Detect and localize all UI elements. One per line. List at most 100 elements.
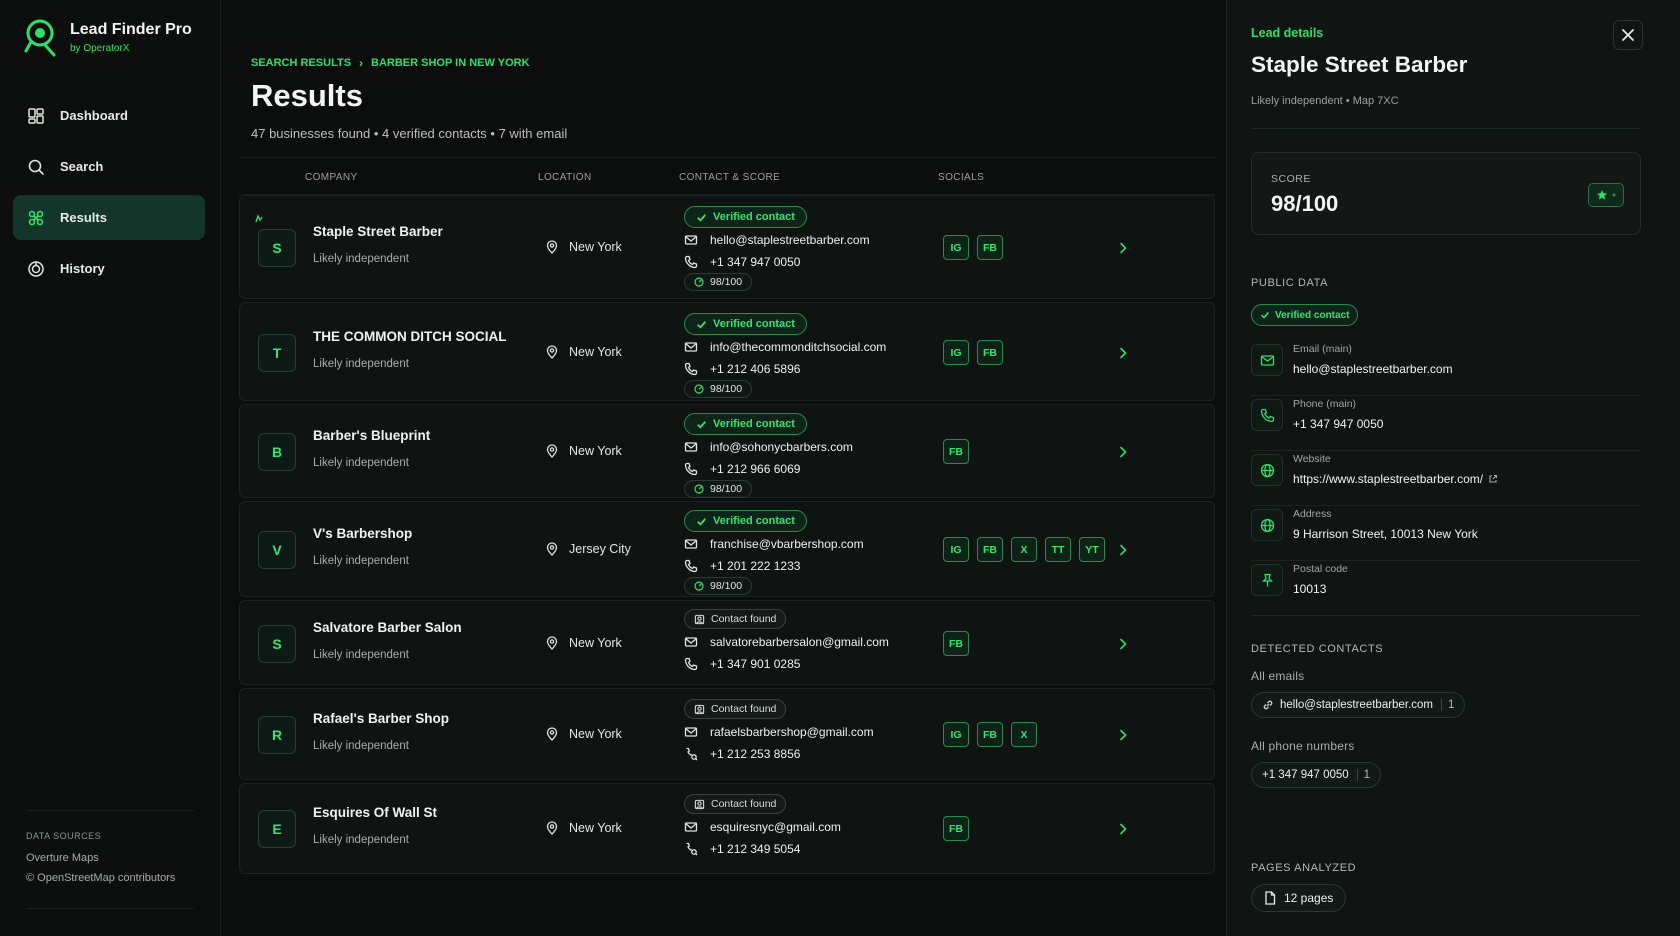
company-name[interactable]: Esquires Of Wall St (313, 805, 437, 820)
chevron-right-icon[interactable] (1116, 822, 1130, 836)
field-value[interactable]: +1 347 947 0050 (1293, 417, 1383, 431)
email-chip[interactable]: hello@staplestreetbarber.com 1 (1251, 692, 1466, 718)
row-phone[interactable]: +1 212 349 5054 (684, 838, 934, 860)
row-email[interactable]: salvatorebarbersalon@gmail.com (684, 631, 934, 653)
breadcrumb-root[interactable]: SEARCH RESULTS (251, 57, 351, 69)
field-value-text: 10013 (1293, 582, 1327, 596)
company-name[interactable]: Rafael's Barber Shop (313, 711, 449, 726)
brand[interactable]: Lead Finder Pro by OperatorX (24, 18, 192, 58)
phone-value: +1 347 947 0050 (710, 255, 801, 269)
table-row[interactable]: S Staple Street Barber Likely independent N… (239, 195, 1215, 299)
score-badge: 98/100 (684, 577, 753, 595)
data-sources: DATA SOURCES Overture Maps © OpenStreetM… (26, 810, 194, 892)
table-row[interactable]: T THE COMMON DITCH SOCIAL Likely independe… (239, 302, 1215, 401)
field-value[interactable]: hello@staplestreetbarber.com (1293, 362, 1453, 376)
sidebar-item-history[interactable]: History (13, 246, 205, 291)
field-value[interactable]: https://www.staplestreetbarber.com/ (1293, 472, 1498, 486)
row-email[interactable]: franchise@vbarbershop.com (684, 533, 934, 555)
table-row[interactable]: R Rafael's Barber Shop Likely independent N… (239, 688, 1215, 780)
row-location: New York (545, 345, 622, 359)
row-phone[interactable]: +1 212 966 6069 (684, 458, 934, 480)
field-value-text: https://www.staplestreetbarber.com/ (1293, 472, 1484, 486)
social-tag-x[interactable]: X (1011, 537, 1037, 562)
sparkle-icon (255, 214, 263, 223)
breadcrumb-separator: › (359, 56, 364, 70)
row-phone[interactable]: +1 347 947 0050 (684, 251, 934, 273)
sidebar-item-dashboard[interactable]: Dashboard (13, 93, 205, 138)
chevron-right-icon[interactable] (1116, 728, 1130, 742)
social-tag-fb[interactable]: FB (977, 340, 1003, 365)
table-row[interactable]: E Esquires Of Wall St Likely independent Ne… (239, 783, 1215, 874)
company-name[interactable]: V's Barbershop (313, 526, 412, 541)
social-tag-ig[interactable]: IG (943, 537, 969, 562)
chevron-right-icon[interactable] (1116, 445, 1130, 459)
row-contact: Verified contact info@thecommonditchsocia… (684, 313, 934, 399)
close-button[interactable] (1613, 20, 1643, 50)
mail-icon (684, 539, 698, 549)
chevron-right-icon[interactable] (1116, 543, 1130, 557)
company-name[interactable]: Salvatore Barber Salon (313, 620, 462, 635)
social-tag-ig[interactable]: IG (943, 722, 969, 747)
email-value: salvatorebarbersalon@gmail.com (710, 634, 889, 649)
field-value[interactable]: 10013 (1293, 582, 1326, 596)
chevron-right-icon[interactable] (1116, 637, 1130, 651)
row-contact: Contact found esquiresnyc@gmail.com +1 212… (684, 794, 934, 860)
location-pin-icon (546, 636, 558, 650)
row-phone[interactable]: +1 212 253 8856 (684, 743, 934, 765)
pages-chip[interactable]: 12 pages (1251, 884, 1347, 912)
all-emails-title: All emails (1251, 669, 1305, 683)
avatar: E (258, 810, 296, 848)
social-tag-fb[interactable]: FB (943, 816, 969, 841)
table-row[interactable]: V V's Barbershop Likely independent Jersey … (239, 501, 1215, 597)
row-email[interactable]: info@thecommonditchsocial.com (684, 336, 934, 358)
sidebar-item-results[interactable]: Results (13, 195, 205, 240)
phone-icon (684, 657, 698, 670)
company-name[interactable]: Barber's Blueprint (313, 428, 430, 443)
sidebar-item-label: Results (60, 210, 107, 225)
row-location: New York (545, 821, 622, 835)
social-tag-fb[interactable]: FB (943, 631, 969, 656)
table-header: COMPANY LOCATION CONTACT & SCORE SOCIALS (239, 157, 1215, 195)
social-tag-tt[interactable]: TT (1045, 537, 1071, 562)
social-tag-ig[interactable]: IG (943, 340, 969, 365)
chevron-right-icon[interactable] (1116, 346, 1130, 360)
field-website: Website https://www.staplestreetbarber.co… (1251, 448, 1641, 506)
company-name[interactable]: Staple Street Barber (313, 224, 443, 239)
score-badge[interactable] (1588, 183, 1624, 207)
data-source-overture[interactable]: Overture Maps (26, 852, 194, 864)
row-email[interactable]: info@sohonycbarbers.com (684, 436, 934, 458)
close-icon (1622, 29, 1634, 41)
company-subtitle: Likely independent (313, 358, 409, 370)
field-label: Address (1293, 508, 1332, 520)
row-phone[interactable]: +1 347 901 0285 (684, 653, 934, 675)
phone-value: +1 212 966 6069 (710, 462, 801, 476)
phone-chip[interactable]: +1 347 947 0050 1 (1251, 762, 1382, 788)
score-value: 98/100 (710, 483, 743, 495)
social-tag-fb[interactable]: FB (943, 439, 969, 464)
row-location: New York (545, 444, 622, 458)
row-email[interactable]: esquiresnyc@gmail.com (684, 816, 934, 838)
email-value: hello@staplestreetbarber.com (710, 233, 870, 247)
chevron-right-icon[interactable] (1116, 241, 1130, 255)
table-row[interactable]: B Barber's Blueprint Likely independent New… (239, 404, 1215, 498)
data-source-osm[interactable]: © OpenStreetMap contributors (26, 872, 194, 884)
sidebar-item-search[interactable]: Search (13, 144, 205, 189)
social-tag-yt[interactable]: YT (1079, 537, 1105, 562)
table-row[interactable]: S Salvatore Barber Salon Likely independen… (239, 600, 1215, 685)
row-email[interactable]: hello@staplestreetbarber.com (684, 229, 934, 251)
company-name[interactable]: THE COMMON DITCH SOCIAL (313, 329, 507, 344)
row-phone[interactable]: +1 201 222 1233 (684, 555, 934, 577)
row-phone[interactable]: +1 212 406 5896 (684, 358, 934, 380)
social-tag-fb[interactable]: FB (977, 722, 1003, 747)
social-tag-ig[interactable]: IG (943, 235, 969, 260)
location-value: New York (569, 636, 622, 650)
phone-value: +1 347 901 0285 (710, 656, 801, 671)
check-icon (697, 420, 707, 428)
row-email[interactable]: rafaelsbarbershop@gmail.com (684, 721, 934, 743)
field-value[interactable]: 9 Harrison Street, 10013 New York (1293, 527, 1478, 541)
social-tag-fb[interactable]: FB (977, 537, 1003, 562)
mail-icon (684, 821, 698, 832)
social-tag-x[interactable]: X (1011, 722, 1037, 747)
external-link-icon[interactable] (1488, 474, 1498, 484)
social-tag-fb[interactable]: FB (977, 235, 1003, 260)
